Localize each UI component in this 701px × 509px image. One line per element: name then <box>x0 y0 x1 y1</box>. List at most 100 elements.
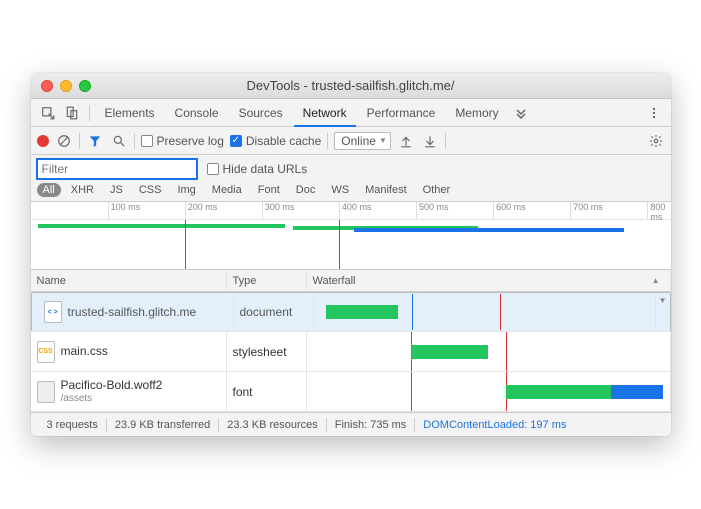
separator <box>327 133 328 149</box>
tab-elements[interactable]: Elements <box>96 99 164 127</box>
timeline-bar <box>38 224 285 228</box>
zoom-window-button[interactable] <box>79 80 91 92</box>
file-icon: CSS <box>37 341 55 363</box>
status-requests: 3 requests <box>39 419 106 431</box>
separator <box>134 133 135 149</box>
status-transferred: 23.9 KB transferred <box>107 419 218 431</box>
file-name: trusted-sailfish.glitch.me <box>68 305 197 319</box>
waterfall-marker <box>506 332 507 371</box>
cell-type: document <box>234 294 314 330</box>
filter-bar: Hide data URLs All XHR JS CSSImg Media Font Do… <box>31 155 671 202</box>
checkbox-icon: ✓ <box>230 135 242 147</box>
filter-chip-all[interactable]: All <box>37 183 61 197</box>
cell-name: CSS main.css <box>31 332 227 371</box>
filter-chip-js[interactable]: JS <box>104 183 129 197</box>
timeline-tick: 800 ms <box>647 202 670 219</box>
separator <box>445 133 446 149</box>
throttle-value: Online <box>341 134 376 148</box>
checkbox-icon <box>207 163 219 175</box>
disable-cache-label: Disable cache <box>246 134 321 148</box>
request-table: < >trusted-sailfish.glitch.medocumentCSS… <box>31 292 671 412</box>
more-tabs-icon[interactable] <box>510 102 532 124</box>
request-row[interactable]: Pacifico-Bold.woff2/assets font <box>31 372 671 412</box>
tab-memory[interactable]: Memory <box>446 99 507 127</box>
overview-timeline[interactable]: 100 ms200 ms300 ms400 ms500 ms600 ms700 … <box>31 202 671 270</box>
file-name: Pacifico-Bold.woff2 <box>61 378 163 392</box>
tab-performance[interactable]: Performance <box>358 99 445 127</box>
cell-waterfall <box>314 294 656 330</box>
filter-chip-ws[interactable]: WS <box>325 183 355 197</box>
waterfall-segment <box>411 345 488 359</box>
hide-data-urls-checkbox[interactable]: Hide data URLs <box>207 162 308 176</box>
filter-chip-xhr[interactable]: XHR <box>65 183 100 197</box>
filter-input[interactable] <box>37 159 197 179</box>
titlebar: DevTools - trusted-sailfish.glitch.me/ <box>31 73 671 99</box>
timeline-tick: 200 ms <box>185 202 218 219</box>
request-row[interactable]: CSS main.css stylesheet <box>31 332 671 372</box>
column-type[interactable]: Type <box>227 270 307 291</box>
panel-tabs: ElementsConsoleSourcesNetworkPerformance… <box>31 99 671 127</box>
column-waterfall-label: Waterfall <box>313 275 356 287</box>
network-toolbar: Preserve log ✓ Disable cache Online <box>31 127 671 155</box>
settings-icon[interactable] <box>647 132 665 150</box>
waterfall-marker <box>411 372 412 411</box>
status-resources: 23.3 KB resources <box>219 419 326 431</box>
waterfall-marker <box>500 294 501 330</box>
cell-name: < >trusted-sailfish.glitch.me <box>38 294 234 330</box>
timeline-marker <box>185 220 186 269</box>
file-name: main.css <box>61 344 108 358</box>
column-name[interactable]: Name <box>31 270 227 291</box>
preserve-log-checkbox[interactable]: Preserve log <box>141 134 224 148</box>
filter-chip-img[interactable]: Img <box>171 183 201 197</box>
record-button[interactable] <box>37 135 49 147</box>
filter-chip-font[interactable]: Font <box>252 183 286 197</box>
timeline-tick: 700 ms <box>570 202 603 219</box>
minimize-window-button[interactable] <box>60 80 72 92</box>
filter-chip-media[interactable]: Media <box>206 183 248 197</box>
status-bar: 3 requests 23.9 KB transferred 23.3 KB r… <box>31 412 671 436</box>
cell-waterfall <box>307 372 671 411</box>
timeline-tick: 600 ms <box>493 202 526 219</box>
resource-type-filters: All XHR JS CSSImg Media Font DocWS Manifest Othe… <box>37 183 665 197</box>
cell-type: stylesheet <box>227 332 307 371</box>
filter-chip-doc[interactable]: Doc <box>290 183 322 197</box>
file-path: /assets <box>61 393 163 405</box>
timeline-marker <box>339 220 340 269</box>
upload-icon[interactable] <box>397 132 415 150</box>
cell-type: font <box>227 372 307 411</box>
checkbox-icon <box>141 135 153 147</box>
tab-console[interactable]: Console <box>166 99 228 127</box>
filter-chip-css[interactable]: CSS <box>133 183 168 197</box>
separator <box>79 133 80 149</box>
cell-waterfall <box>307 332 671 371</box>
filter-toggle-icon[interactable] <box>86 132 104 150</box>
search-icon[interactable] <box>110 132 128 150</box>
filter-chip-other[interactable]: Other <box>417 183 457 197</box>
close-window-button[interactable] <box>41 80 53 92</box>
device-toggle-icon[interactable] <box>61 102 83 124</box>
status-dcl: DOMContentLoaded: 197 ms <box>415 419 574 431</box>
devtools-window: DevTools - trusted-sailfish.glitch.me/ E… <box>31 73 671 436</box>
inspect-icon[interactable] <box>37 102 59 124</box>
column-waterfall[interactable]: Waterfall <box>307 270 671 291</box>
tab-network[interactable]: Network <box>294 99 356 127</box>
table-header: Name Type Waterfall <box>31 270 671 292</box>
timeline-tick: 100 ms <box>108 202 141 219</box>
throttle-select[interactable]: Online <box>334 132 391 150</box>
tab-sources[interactable]: Sources <box>230 99 292 127</box>
waterfall-segment <box>611 385 664 399</box>
clear-icon[interactable] <box>55 132 73 150</box>
disable-cache-checkbox[interactable]: ✓ Disable cache <box>230 134 321 148</box>
separator <box>89 105 90 121</box>
preserve-log-label: Preserve log <box>157 134 224 148</box>
download-icon[interactable] <box>421 132 439 150</box>
kebab-menu-icon[interactable] <box>643 102 665 124</box>
timeline-bar <box>354 228 624 232</box>
hide-data-urls-label: Hide data URLs <box>223 162 308 176</box>
request-row[interactable]: < >trusted-sailfish.glitch.medocument <box>31 292 671 332</box>
timeline-tick: 400 ms <box>339 202 372 219</box>
file-icon <box>37 381 55 403</box>
filter-chip-manifest[interactable]: Manifest <box>359 183 413 197</box>
waterfall-segment <box>326 305 398 319</box>
timeline-tick: 300 ms <box>262 202 295 219</box>
